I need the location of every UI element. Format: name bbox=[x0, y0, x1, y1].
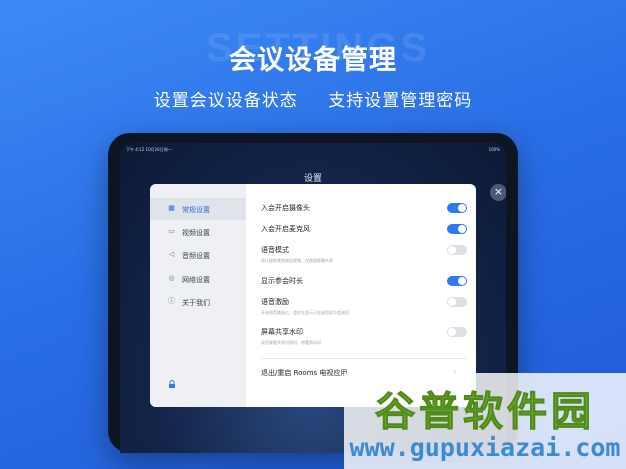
setting-title: 语音模式 bbox=[261, 246, 289, 254]
headline: 会议设备管理 bbox=[229, 45, 397, 76]
setting-title: 显示参会时长 bbox=[261, 277, 303, 285]
setting-row-mic: 入会开启麦克风 bbox=[261, 224, 467, 234]
subline-right: 支持设置管理密码 bbox=[328, 91, 473, 111]
sidebar-item-label: 视频设置 bbox=[182, 229, 210, 237]
site-watermark: 谷普软件园 www.gupuxiazai.com bbox=[344, 373, 626, 469]
setting-title: 屏幕共享水印 bbox=[261, 328, 303, 336]
exit-restart-button[interactable]: 退出/重启 Rooms 电视应用 bbox=[261, 368, 347, 378]
setting-row-duration: 显示参会时长 bbox=[261, 276, 467, 286]
sidebar-item-label: 音频设置 bbox=[182, 252, 210, 260]
watermark-url: www.gupuxiazai.com bbox=[349, 433, 621, 462]
duration-toggle[interactable] bbox=[447, 276, 467, 286]
setting-row-watermark: 屏幕共享水印 成员观看共享内容时，将看到水印 bbox=[261, 327, 467, 346]
subline-left: 设置会议设备状态 bbox=[153, 91, 298, 111]
subline: 设置会议设备状态 支持设置管理密码 bbox=[0, 86, 626, 111]
sidebar-item-label: 常规设置 bbox=[182, 206, 210, 214]
sidebar-item-audio[interactable]: ◁ 音频设置 bbox=[150, 244, 246, 266]
setting-title: 入会开启摄像头 bbox=[261, 204, 310, 212]
sidebar-item-about[interactable]: ⓘ 关于我们 bbox=[150, 291, 246, 313]
setting-desc: 停止接收其他成员视频，仅保留屏幕共享 bbox=[261, 258, 333, 263]
camera-toggle[interactable] bbox=[447, 203, 467, 213]
setting-desc: 开启语音激励后，会优先显示正在说话的与会成员 bbox=[261, 310, 349, 315]
voice-activation-toggle[interactable] bbox=[447, 297, 467, 307]
setting-desc: 成员观看共享内容时，将看到水印 bbox=[261, 340, 321, 345]
sidebar-item-label: 网络设置 bbox=[182, 276, 210, 284]
info-icon: ⓘ bbox=[168, 297, 175, 305]
watermark-logo-text: 谷普软件园 bbox=[375, 389, 595, 436]
grid-icon: ▦ bbox=[168, 204, 175, 212]
video-icon: ▭ bbox=[168, 227, 175, 235]
globe-icon: ◎ bbox=[168, 274, 175, 282]
sidebar-item-label: 关于我们 bbox=[182, 299, 210, 307]
setting-row-voice-mode: 语音模式 停止接收其他成员视频，仅保留屏幕共享 bbox=[261, 245, 467, 264]
watermark-toggle[interactable] bbox=[447, 327, 467, 337]
setting-title: 语音激励 bbox=[261, 298, 289, 306]
divider bbox=[261, 358, 466, 359]
status-battery: 100% bbox=[488, 147, 500, 152]
sidebar-item-video[interactable]: ▭ 视频设置 bbox=[150, 221, 246, 243]
setting-title: 入会开启麦克风 bbox=[261, 225, 310, 233]
setting-row-voice-activation: 语音激励 开启语音激励后，会优先显示正在说话的与会成员 bbox=[261, 297, 467, 316]
setting-row-camera: 入会开启摄像头 bbox=[261, 203, 467, 213]
voice-mode-toggle[interactable] bbox=[447, 245, 467, 255]
close-button[interactable]: × bbox=[490, 184, 506, 201]
settings-sidebar: ▦ 常规设置 ▭ 视频设置 ◁ 音频设置 ◎ 网络设置 ⓘ 关于我们 bbox=[150, 184, 246, 407]
status-time: 下午 4:12 10月26日周一 bbox=[126, 147, 172, 152]
status-bar: 下午 4:12 10月26日周一 100% bbox=[126, 146, 500, 156]
sidebar-item-network[interactable]: ◎ 网络设置 bbox=[150, 268, 246, 290]
speaker-icon: ◁ bbox=[168, 250, 175, 258]
settings-title: 设置 bbox=[303, 174, 322, 184]
lock-icon[interactable] bbox=[168, 380, 176, 388]
sidebar-item-general[interactable]: ▦ 常规设置 bbox=[150, 198, 246, 220]
mic-toggle[interactable] bbox=[447, 224, 467, 234]
